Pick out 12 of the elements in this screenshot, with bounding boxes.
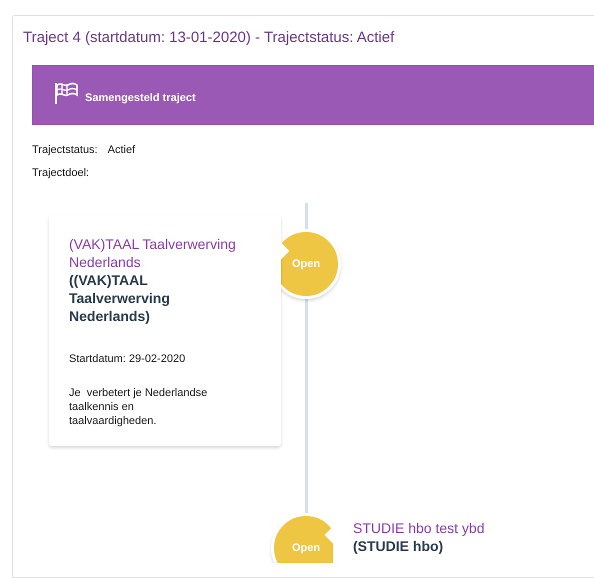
start-date: Startdatum: 29-02-2020 <box>69 352 186 367</box>
panel-title: Traject 4 (startdatum: 13-01-2020) - Trajectstatus: Actief <box>23 28 396 48</box>
item-subtitle: ((VAK)TAAL Taalverwerving Nederlands) <box>69 271 171 325</box>
item-title[interactable]: STUDIE hbo test ybd <box>353 519 593 537</box>
banner-title: Samengesteld traject <box>85 90 196 106</box>
field-label: Trajectdoel: <box>32 166 90 180</box>
flag-icon <box>54 82 79 104</box>
item-title[interactable]: (VAK)TAAL Taalverwerving Nederlands <box>69 235 269 271</box>
field-label: Trajectstatus: <box>32 143 98 158</box>
item-subtitle: (STUDIE hbo) <box>353 537 444 555</box>
field-value: Actief <box>108 143 136 158</box>
item-description: Je verbetert je Nederlandse taalkennis en taalvaardigheden. <box>69 386 208 428</box>
